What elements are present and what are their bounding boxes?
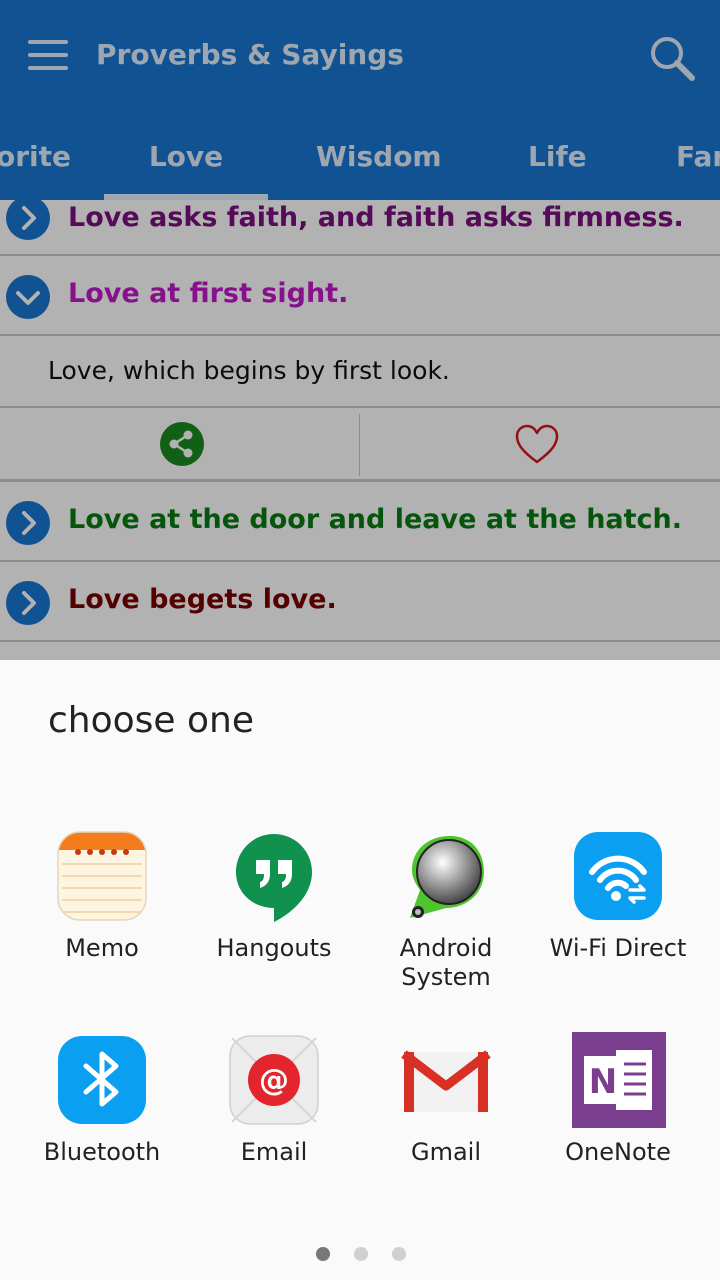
share-target-wifi-direct[interactable]: Wi-Fi Direct <box>532 828 704 963</box>
dim-overlay[interactable] <box>0 0 720 660</box>
share-target-label: Bluetooth <box>43 1138 161 1166</box>
share-target-hangouts[interactable]: Hangouts <box>188 828 360 963</box>
share-sheet-title: choose one <box>48 700 254 741</box>
email-icon: @ <box>226 1032 322 1128</box>
share-sheet: choose one Memo Hangouts Android System … <box>0 660 720 1280</box>
share-target-android-system[interactable]: Android System <box>360 828 532 992</box>
gmail-icon <box>398 1032 494 1128</box>
page-dot[interactable] <box>392 1247 406 1261</box>
page-dot[interactable] <box>354 1247 368 1261</box>
svg-text:N: N <box>589 1062 617 1102</box>
share-target-onenote[interactable]: N OneNote <box>532 1032 704 1167</box>
hangouts-icon <box>226 828 322 924</box>
wifi-direct-icon <box>570 828 666 924</box>
share-target-label: Gmail <box>410 1138 482 1166</box>
share-target-gmail[interactable]: Gmail <box>360 1032 532 1167</box>
page-indicator <box>312 1247 412 1261</box>
page-dot-active[interactable] <box>316 1247 330 1261</box>
svg-text:@: @ <box>259 1063 289 1098</box>
share-target-label-line1: Android <box>399 934 493 962</box>
memo-icon <box>54 828 150 924</box>
android-system-icon <box>398 828 494 924</box>
share-target-label: Hangouts <box>216 934 332 962</box>
share-target-bluetooth[interactable]: Bluetooth <box>16 1032 188 1167</box>
share-target-label: Android System <box>360 934 532 992</box>
share-target-label: Wi-Fi Direct <box>549 934 687 962</box>
share-target-label: OneNote <box>565 1138 671 1166</box>
share-target-memo[interactable]: Memo <box>16 828 188 963</box>
share-target-label: Email <box>240 1138 308 1166</box>
share-target-label-line2: System <box>401 963 491 991</box>
share-target-email[interactable]: @ Email <box>188 1032 360 1167</box>
bluetooth-icon <box>54 1032 150 1128</box>
share-target-label: Memo <box>65 934 139 962</box>
onenote-icon: N <box>570 1032 668 1128</box>
